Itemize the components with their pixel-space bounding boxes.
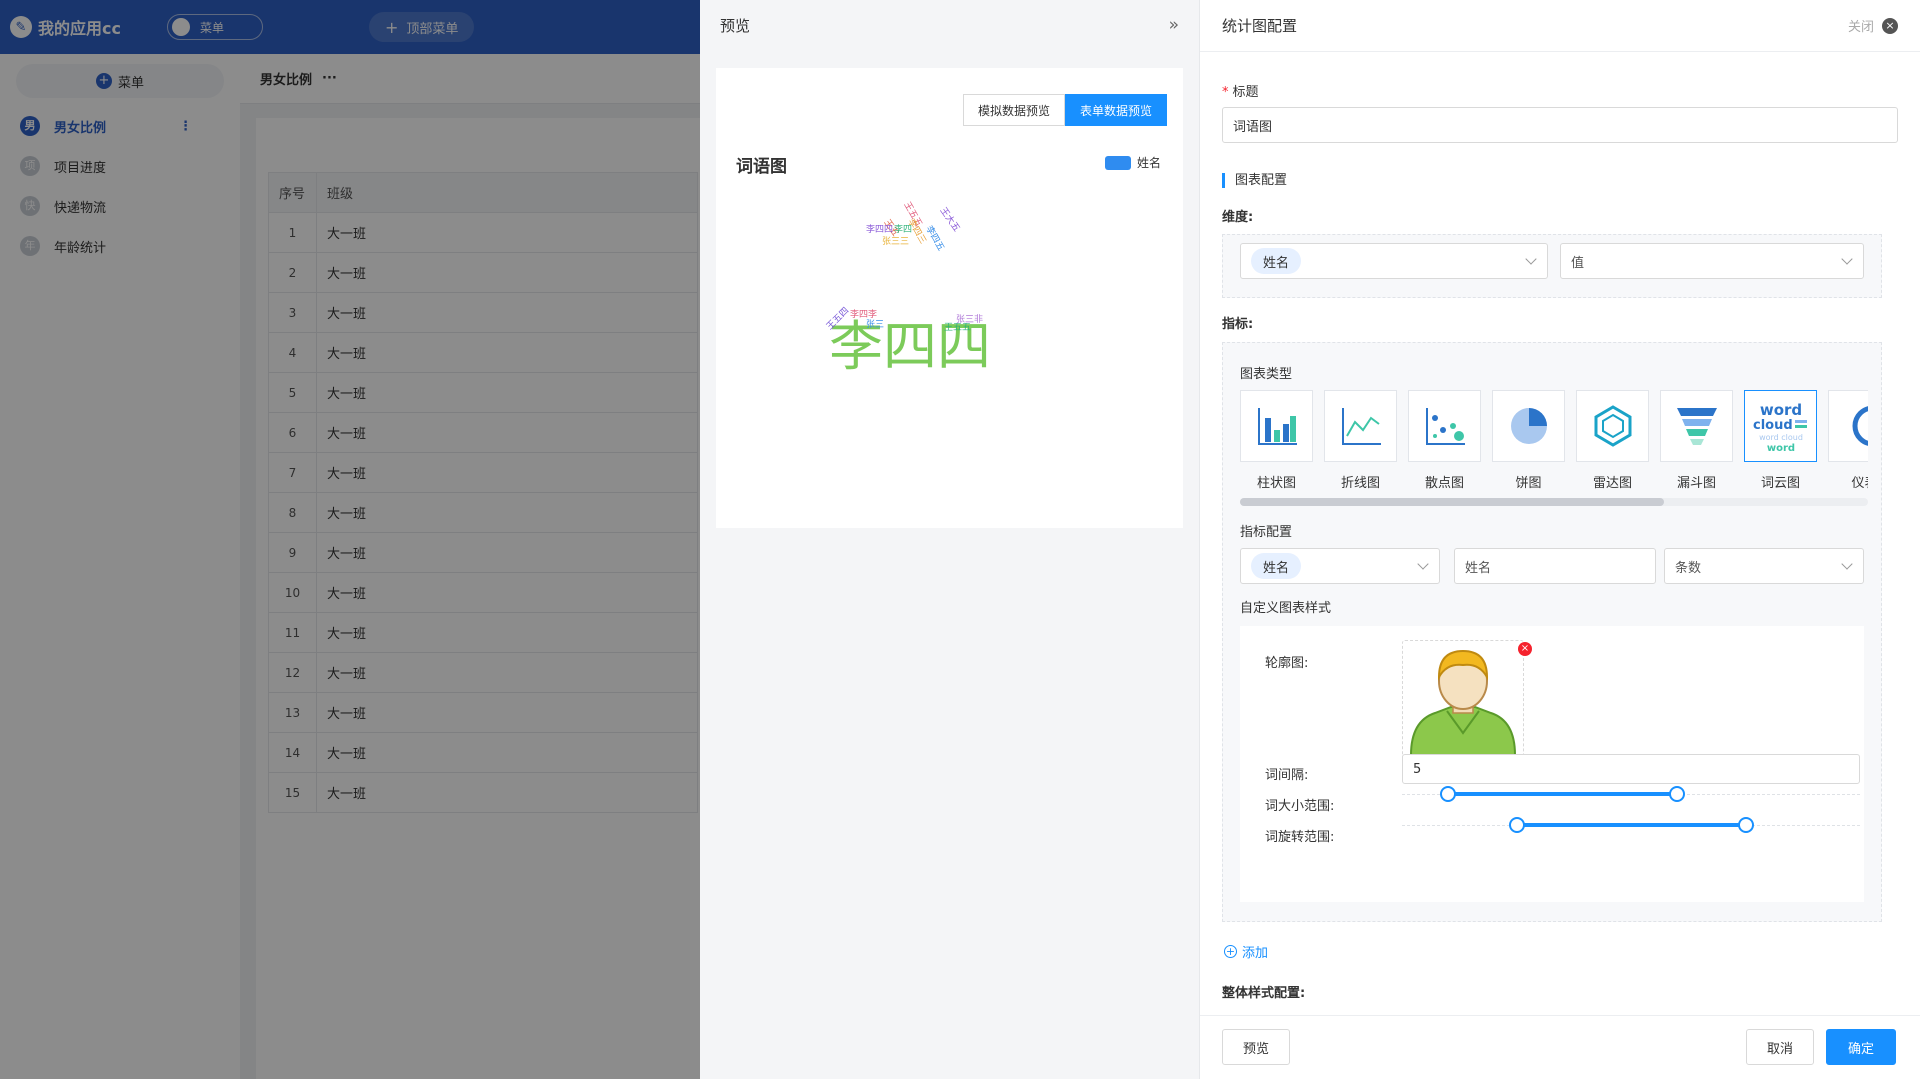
config-title: 统计图配置 (1222, 17, 1298, 35)
dimension-value-text: 值 (1571, 255, 1585, 271)
dimension-value-select[interactable]: 值 (1560, 243, 1864, 279)
slider-range-fill (1447, 792, 1677, 796)
chart-type-label: 饼图 (1515, 476, 1542, 491)
title-input[interactable]: 词语图 (1222, 107, 1898, 143)
title-label-text: 标题 (1232, 85, 1259, 100)
collapse-icon[interactable]: » (1169, 15, 1179, 35)
chart-type-option[interactable]: 柱状图 (1240, 390, 1313, 491)
chart-type-label: 词云图 (1760, 476, 1800, 491)
wordcloud-word: 李四 (894, 223, 912, 235)
scrollbar-thumb[interactable] (1240, 498, 1664, 506)
dimension-select[interactable]: 姓名 (1240, 243, 1548, 279)
wordcloud-word: 张三三 (882, 236, 909, 247)
remove-image-icon[interactable]: × (1518, 642, 1532, 656)
config-panel: 统计图配置 关闭 × * 标题 词语图 图表配置 维度: 姓名 值 指标: 图表类… (1200, 0, 1920, 1079)
word-size-label: 词大小范围: (1265, 799, 1335, 814)
chart-type-option[interactable]: word cloud word cloud word 词云图 (1744, 390, 1817, 491)
dimension-tag[interactable]: 姓名 (1251, 248, 1302, 274)
preview-header: 预览 » (700, 0, 1199, 50)
chart-type-label: 图表类型 (1240, 367, 1293, 382)
chart-type-label: 仪表 (1851, 476, 1868, 491)
slider-handle[interactable] (1508, 817, 1525, 833)
chart-type-option[interactable]: 折线图 (1324, 390, 1397, 491)
chart-type-option[interactable]: 仪表 (1828, 390, 1868, 491)
chart-type-label: 漏斗图 (1676, 476, 1716, 491)
chevron-down-icon (1841, 253, 1853, 265)
radar-chart-icon (1576, 390, 1649, 462)
chevron-down-icon (1841, 558, 1853, 570)
svg-text:cloud: cloud (1753, 418, 1793, 433)
funnel-chart-icon (1660, 390, 1733, 462)
wordcloud-chart: 李四四王五五 王大五王五 李四三李四五李四四 李四张三三李四李王五四 张三 张三非王五五 (824, 200, 991, 378)
chart-type-scrollbar[interactable] (1240, 498, 1868, 506)
slider-handle[interactable] (1668, 786, 1685, 802)
wordcloud-word: 李四李 (850, 308, 877, 320)
chevron-down-icon (1525, 253, 1537, 265)
wordcloud-word: 李四四 (866, 223, 893, 235)
title-field-label: * 标题 (1222, 81, 1259, 100)
chart-type-option[interactable]: 饼图 (1492, 390, 1565, 491)
word-gap-label: 词间隔: (1265, 768, 1309, 783)
dimension-label: 维度: (1222, 210, 1254, 225)
wordcloud-word: 王大五 (938, 205, 963, 234)
required-mark: * (1222, 85, 1229, 100)
outline-image-upload[interactable] (1402, 640, 1524, 762)
chart-type-list: 柱状图 折线图 散点图 饼图 雷达图 漏斗图 word cloud word cloud word… (1240, 390, 1868, 494)
preview-card: 模拟数据预览 表单数据预览 词语图 姓名 李四四 王五五 王大五 王五 李四三 李四五 李四… (716, 68, 1183, 528)
svg-text:word: word (1766, 443, 1794, 454)
outline-label: 轮廓图: (1265, 656, 1309, 671)
gauge-chart-icon (1828, 390, 1868, 462)
svg-text:word cloud: word cloud (1759, 433, 1803, 442)
bar-chart-icon (1240, 390, 1313, 462)
wordcloud-chart-icon: word cloud word cloud word (1744, 390, 1817, 462)
metric-aggregation-text: 条数 (1675, 560, 1702, 576)
pie-chart-icon (1492, 390, 1565, 462)
slider-handle[interactable] (1737, 817, 1754, 833)
metric-config-label: 指标配置 (1240, 525, 1293, 540)
svg-text:word: word (1759, 401, 1801, 419)
slider-range-fill (1516, 823, 1746, 827)
slider-handle[interactable] (1439, 786, 1456, 802)
person-outline-icon (1409, 649, 1517, 756)
metric-aggregation-select[interactable]: 条数 (1664, 548, 1864, 584)
wordcloud-word: 王五五 (944, 322, 971, 333)
chart-type-option[interactable]: 散点图 (1408, 390, 1481, 491)
metric-field-select[interactable]: 姓名 (1240, 548, 1440, 584)
confirm-button[interactable]: 确定 (1826, 1029, 1896, 1065)
chart-type-label: 雷达图 (1592, 476, 1632, 491)
custom-style-box: 轮廓图: × 词间隔: 5 词大小范围: 词旋转范围: (1240, 626, 1864, 902)
close-icon[interactable]: × (1882, 17, 1898, 34)
config-header: 统计图配置 关闭 × (1200, 0, 1920, 52)
metric-tag[interactable]: 姓名 (1251, 553, 1302, 579)
metric-name-input[interactable]: 姓名 (1454, 548, 1656, 584)
wordcloud-word: 张三 (866, 319, 884, 330)
chart-type-label: 散点图 (1424, 476, 1464, 491)
close-label[interactable]: 关闭 (1848, 16, 1874, 35)
word-rotate-label: 词旋转范围: (1265, 830, 1335, 845)
preview-panel: 预览 » 模拟数据预览 表单数据预览 词语图 姓名 李四四 王五五 王大五 王五 李四三… (700, 0, 1200, 1079)
metric-label: 指标: (1222, 317, 1254, 332)
line-chart-icon (1324, 390, 1397, 462)
cancel-button[interactable]: 取消 (1746, 1029, 1815, 1065)
config-footer: 预览 取消 确定 (1200, 1015, 1920, 1079)
preview-button[interactable]: 预览 (1222, 1029, 1291, 1065)
preview-title: 预览 (720, 16, 751, 35)
chart-type-label: 折线图 (1340, 476, 1380, 491)
scatter-chart-icon (1408, 390, 1481, 462)
chart-type-label: 柱状图 (1256, 476, 1296, 491)
custom-style-label: 自定义图表样式 (1240, 601, 1332, 616)
chevron-down-icon (1417, 558, 1429, 570)
add-metric-button[interactable]: + 添加 (1224, 942, 1268, 961)
chart-config-heading: 图表配置 (1222, 173, 1287, 188)
plus-circle-icon: + (1224, 945, 1237, 958)
add-label: 添加 (1242, 946, 1269, 961)
chart-type-option[interactable]: 雷达图 (1576, 390, 1649, 491)
chart-type-option[interactable]: 漏斗图 (1660, 390, 1733, 491)
overall-style-label: 整体样式配置: (1222, 986, 1306, 1001)
word-gap-input[interactable]: 5 (1402, 754, 1860, 784)
